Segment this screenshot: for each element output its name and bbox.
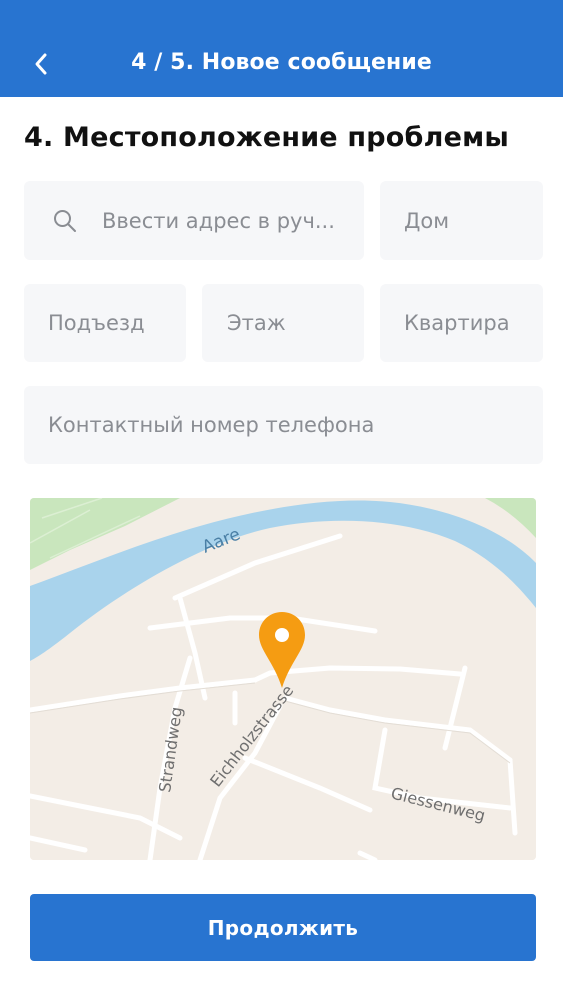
search-icon (54, 209, 76, 232)
address-placeholder: Ввести адрес в руч... (102, 208, 335, 233)
phone-placeholder: Контактный номер телефона (48, 413, 375, 437)
entrance-input[interactable]: Подъезд (24, 284, 186, 362)
app-header: 4 / 5. Новое сообщение (0, 0, 563, 97)
address-search-input[interactable]: Ввести адрес в руч... (24, 181, 364, 260)
house-input[interactable]: Дом (380, 181, 543, 260)
map-canvas[interactable]: Aare Strandweg Eichholzstrasse Giessenwe… (30, 498, 536, 860)
entrance-placeholder: Подъезд (48, 311, 145, 335)
phone-input[interactable]: Контактный номер телефона (24, 386, 543, 464)
location-map[interactable]: Aare Strandweg Eichholzstrasse Giessenwe… (30, 498, 536, 860)
section-title: 4. Местоположение проблемы (24, 122, 509, 153)
continue-button[interactable]: Продолжить (30, 894, 536, 961)
apartment-input[interactable]: Квартира (380, 284, 543, 362)
header-title: 4 / 5. Новое сообщение (131, 50, 432, 75)
floor-input[interactable]: Этаж (202, 284, 364, 362)
apartment-placeholder: Квартира (404, 311, 510, 335)
floor-placeholder: Этаж (227, 311, 286, 335)
house-placeholder: Дом (404, 208, 450, 233)
